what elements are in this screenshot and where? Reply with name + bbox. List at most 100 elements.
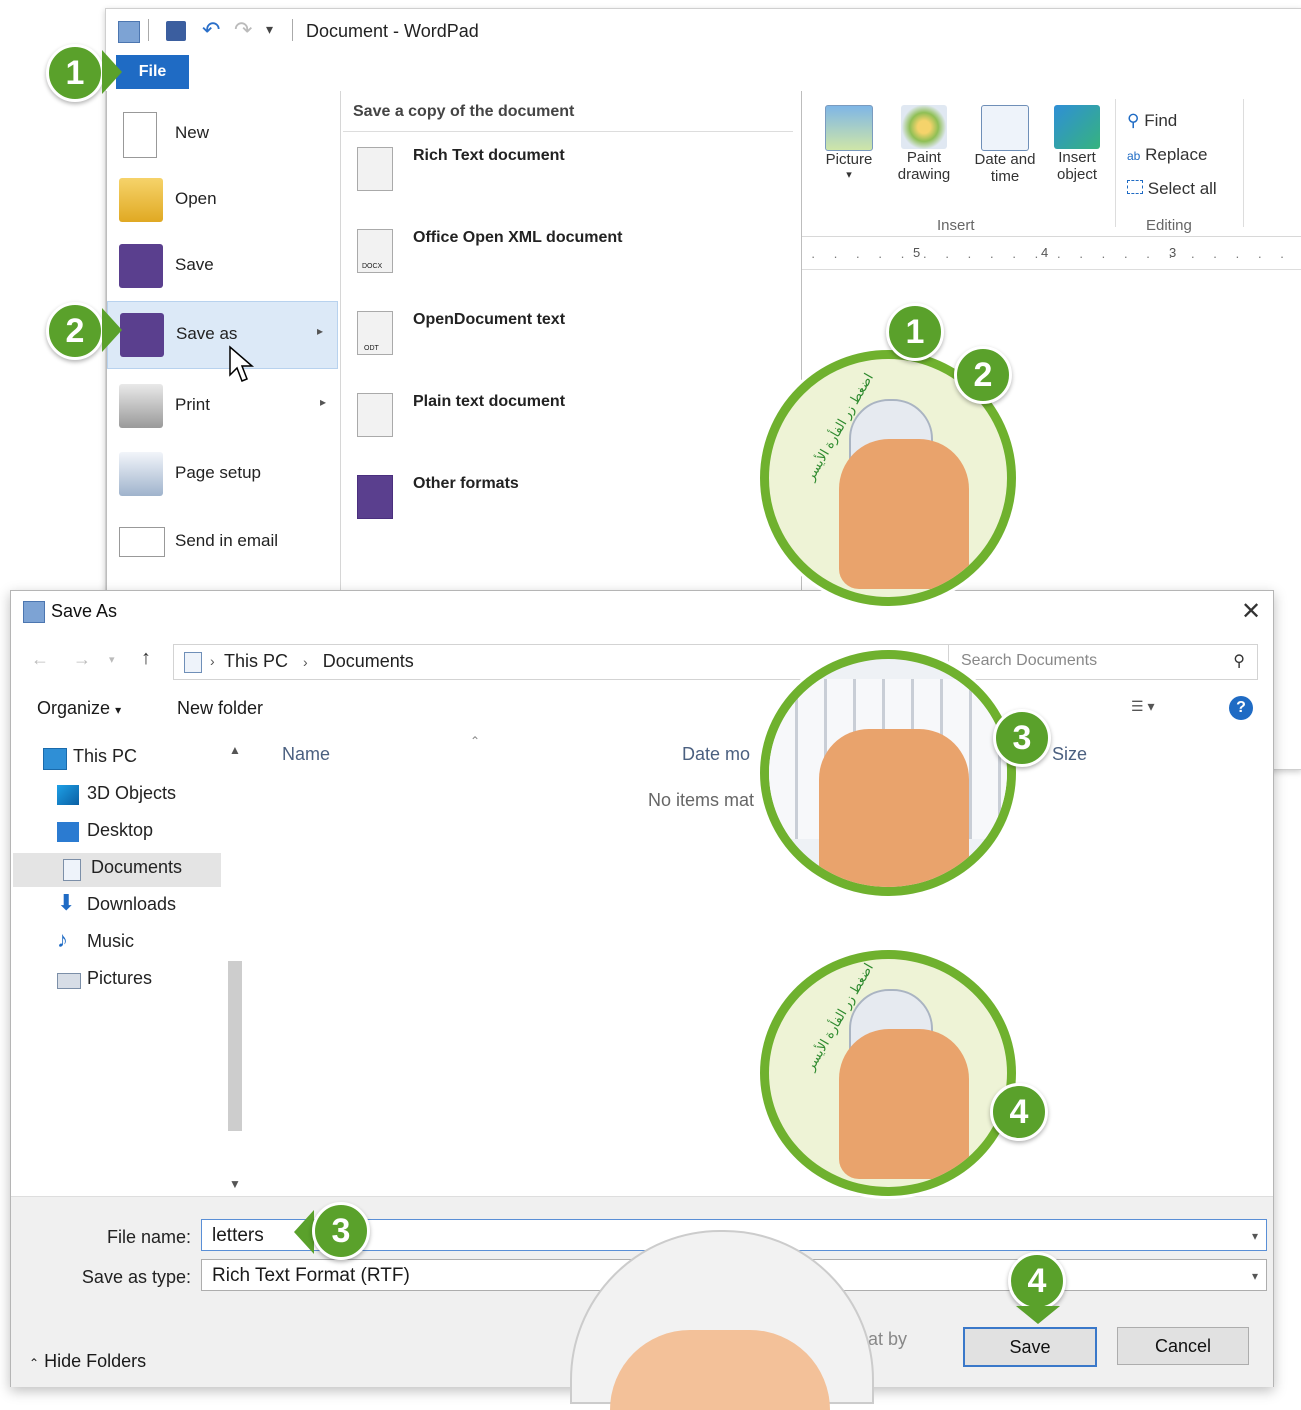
menu-item-send-email[interactable]: Send in email xyxy=(107,509,340,575)
replace-button[interactable]: ab Replace xyxy=(1127,145,1207,165)
select-all-button[interactable]: Select all xyxy=(1127,179,1217,199)
text-document-icon xyxy=(357,393,393,437)
help-icon[interactable]: ? xyxy=(1229,696,1253,720)
file-tab[interactable]: File xyxy=(116,55,189,89)
nav-label: Documents xyxy=(91,857,183,877)
paint-drawing-button[interactable]: Paint drawing xyxy=(891,105,957,183)
forward-icon[interactable]: → xyxy=(73,649,91,670)
drawing-label: drawing xyxy=(897,166,951,183)
submenu-title: Save a copy of the document xyxy=(353,103,575,120)
chevron-down-icon: ▾ xyxy=(1251,1269,1258,1283)
menu-item-page-setup[interactable]: Page setup xyxy=(107,441,340,507)
nav-label: 3D Objects xyxy=(87,783,177,803)
separator xyxy=(148,19,149,41)
select-all-icon xyxy=(1127,180,1143,194)
step-badge-4: 4 xyxy=(990,1083,1048,1141)
ruler-mark: 4 xyxy=(1041,245,1049,260)
open-label: Open xyxy=(175,189,217,208)
binoculars-icon: ⚲ xyxy=(1127,111,1140,130)
menu-item-save-as[interactable]: Save as ▸ xyxy=(107,301,338,369)
date-time-button[interactable]: Date and time xyxy=(967,105,1043,185)
dialog-toolbar: Organize ▾ New folder ☰ ▾ ? xyxy=(11,686,1273,732)
column-size[interactable]: Size xyxy=(1052,744,1087,765)
opendocument-label: OpenDocument text xyxy=(413,311,566,328)
ruler-mark: 3 xyxy=(1169,245,1177,260)
ruler-mark: 5 xyxy=(913,245,921,260)
save-button[interactable]: Save xyxy=(963,1327,1097,1367)
chevron-down-icon[interactable]: ▾ xyxy=(1252,1220,1258,1252)
redo-icon[interactable]: ↷ xyxy=(234,17,252,43)
insert-object-button[interactable]: Insert object xyxy=(1047,105,1107,183)
find-button[interactable]: ⚲ Find xyxy=(1127,111,1177,131)
scroll-up-icon[interactable]: ▲ xyxy=(229,743,241,757)
file-name-label: File name: xyxy=(106,1227,191,1247)
hide-folders-button[interactable]: ⌃ Hide Folders xyxy=(29,1351,146,1372)
breadcrumb-chevron-icon: › xyxy=(303,654,308,670)
document-icon xyxy=(63,859,81,881)
nav-item-documents[interactable]: Documents xyxy=(13,853,221,887)
rtf-document-icon xyxy=(357,147,393,191)
scroll-down-icon[interactable]: ▼ xyxy=(229,1177,241,1191)
calendar-clock-icon xyxy=(981,105,1029,151)
recent-locations-icon[interactable]: ▾ xyxy=(109,653,115,666)
search-icon: ⚲ xyxy=(1233,653,1245,670)
replace-icon: ab xyxy=(1127,149,1141,163)
save-icon[interactable] xyxy=(166,21,186,41)
save-as-label: Save as xyxy=(176,324,238,343)
computer-icon xyxy=(43,748,67,770)
breadcrumb-documents[interactable]: Documents xyxy=(323,651,414,671)
view-options-icon[interactable]: ☰ ▾ xyxy=(1131,698,1154,715)
picture-icon xyxy=(825,105,873,151)
save-odt-option[interactable]: ODT OpenDocument text xyxy=(357,311,777,381)
print-label: Print xyxy=(175,395,210,414)
nav-label: Pictures xyxy=(87,968,153,988)
step-badge-2: 2 xyxy=(46,302,104,360)
column-name[interactable]: Name xyxy=(282,744,330,765)
send-email-label: Send in email xyxy=(175,531,279,550)
up-arrow-icon[interactable]: ↑ xyxy=(141,647,151,670)
customize-toolbar-icon[interactable]: ▾ xyxy=(266,21,273,38)
save-txt-option[interactable]: Plain text document xyxy=(357,393,777,463)
step-badge-1: 1 xyxy=(46,44,104,102)
save-rtf-option[interactable]: Rich Text document xyxy=(357,147,777,217)
submenu-divider xyxy=(343,131,793,132)
breadcrumb-chevron-icon: › xyxy=(210,653,215,669)
save-docx-option[interactable]: DOCX Office Open XML document xyxy=(357,229,777,299)
save-other-option[interactable]: Other formats xyxy=(357,475,777,545)
insert-group-label: Insert xyxy=(937,217,975,234)
menu-item-new[interactable]: New xyxy=(107,101,340,167)
menu-item-print[interactable]: Print ▸ xyxy=(107,373,340,439)
printer-icon xyxy=(119,384,163,428)
search-box[interactable]: Search Documents ⚲ xyxy=(948,644,1258,680)
page-setup-label: Page setup xyxy=(175,463,262,482)
email-icon xyxy=(119,527,165,557)
column-date[interactable]: Date mo xyxy=(682,744,750,765)
docx-document-icon: DOCX xyxy=(357,229,393,273)
badge-pointer xyxy=(102,50,122,94)
menu-item-save[interactable]: Save xyxy=(107,233,340,299)
close-icon[interactable]: ✕ xyxy=(1241,597,1261,626)
save-type-label: Save as type: xyxy=(81,1267,191,1287)
wordpad-app-icon xyxy=(118,21,140,43)
picture-button[interactable]: Picture ▾ xyxy=(819,105,879,181)
scroll-thumb[interactable] xyxy=(228,961,242,1131)
menu-item-open[interactable]: Open xyxy=(107,167,340,233)
breadcrumb-this-pc[interactable]: This PC xyxy=(224,651,288,671)
cancel-button[interactable]: Cancel xyxy=(1117,1327,1249,1365)
insert-label: Insert xyxy=(1058,149,1096,166)
office-xml-label: Office Open XML document xyxy=(413,229,623,246)
picture-label: Picture xyxy=(825,151,873,168)
nav-item-this-pc[interactable]: This PC xyxy=(43,742,243,776)
undo-icon[interactable]: ↶ xyxy=(202,17,220,43)
blank-page-icon xyxy=(123,112,157,158)
nav-scrollbar[interactable]: ▲ ▼ xyxy=(225,743,245,1191)
badge-pointer xyxy=(294,1210,314,1254)
organize-button[interactable]: Organize ▾ xyxy=(37,698,121,719)
new-folder-button[interactable]: New folder xyxy=(177,698,263,719)
wordpad-app-icon xyxy=(23,601,45,623)
back-icon[interactable]: ← xyxy=(31,649,49,670)
navigation-pane: This PC 3D Objects Desktop Documents ⬇ D… xyxy=(11,732,246,1192)
page-setup-icon xyxy=(119,452,163,496)
hand-icon xyxy=(839,1029,969,1179)
odt-badge: ODT xyxy=(364,345,379,352)
